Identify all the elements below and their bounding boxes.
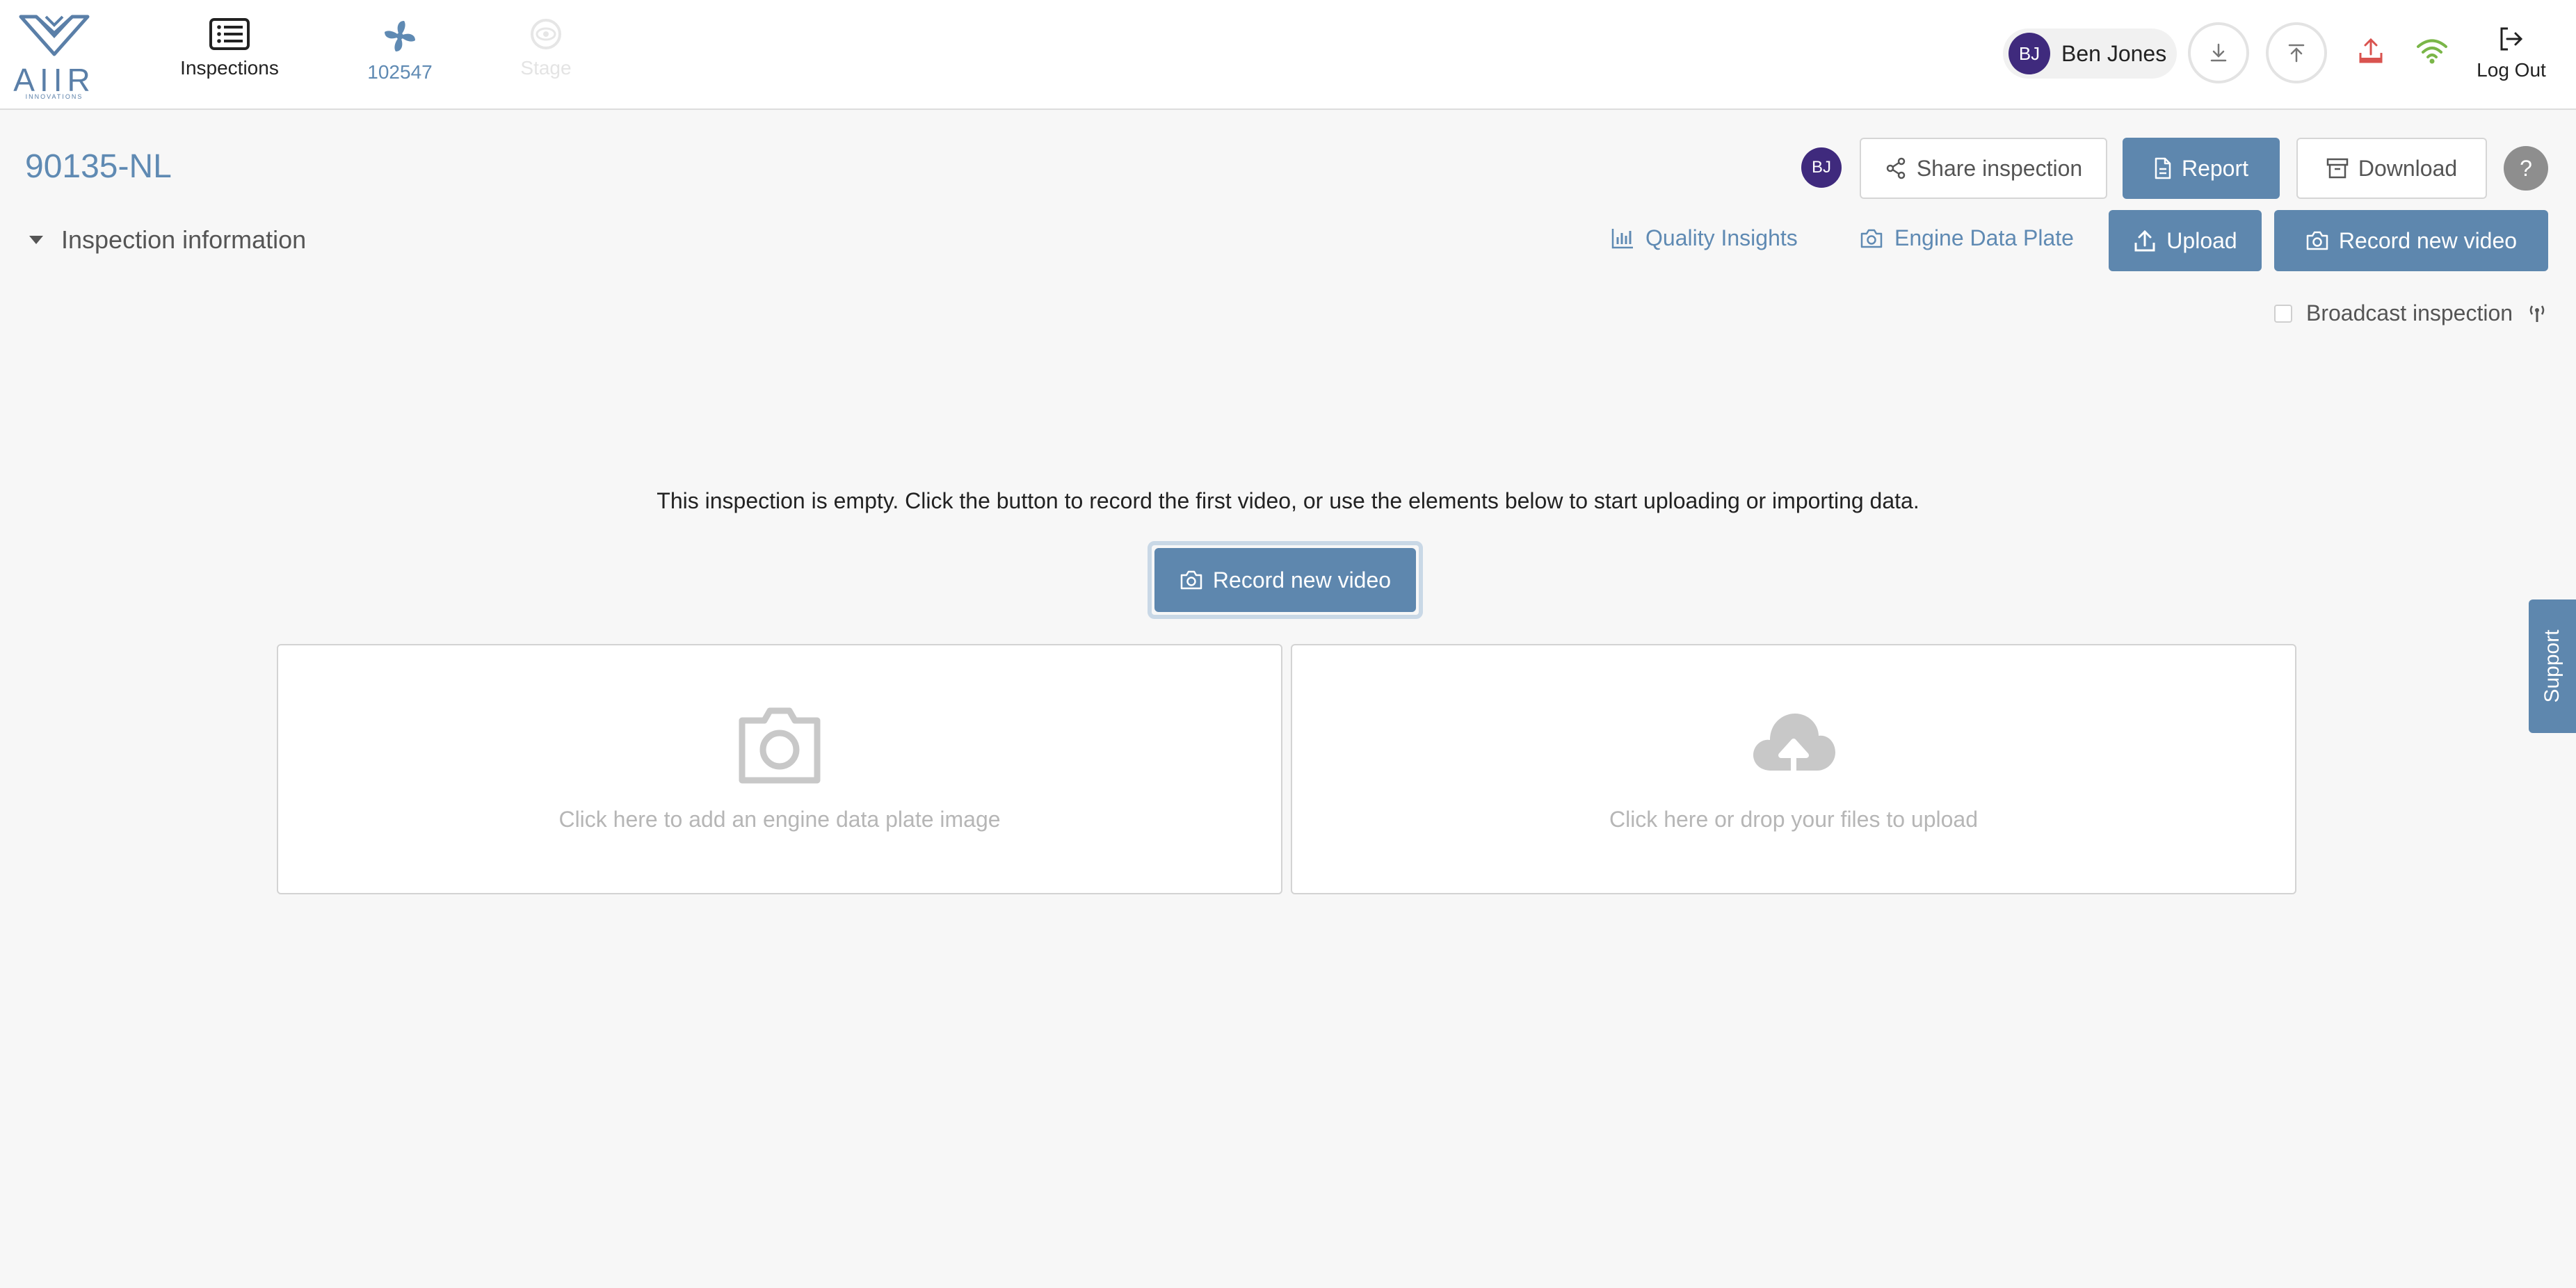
list-icon: [209, 18, 250, 50]
share-inspection-label: Share inspection: [1916, 155, 2083, 181]
camera-icon: [1860, 229, 1883, 248]
file-upload-dropzone[interactable]: Click here or drop your files to upload: [1291, 644, 2296, 894]
upload-icon: [2288, 44, 2305, 63]
nav-engine-label: 102547: [367, 61, 433, 83]
file-upload-dropzone-text: Click here or drop your files to upload: [1609, 807, 1979, 832]
record-new-video-focus-ring: Record new video: [1148, 541, 1423, 619]
logout-icon: [2500, 27, 2523, 51]
record-new-video-center-button[interactable]: Record new video: [1154, 548, 1416, 612]
download-button[interactable]: Download: [2296, 138, 2487, 199]
engine-data-plate-dropzone-text: Click here to add an engine data plate i…: [558, 807, 1001, 832]
archive-icon: [2326, 158, 2349, 179]
upload-label: Upload: [2166, 227, 2237, 253]
camera-icon: [1180, 570, 1202, 590]
help-button[interactable]: ?: [2504, 146, 2548, 191]
support-tab[interactable]: Support: [2529, 599, 2576, 733]
nav-inspections-label: Inspections: [180, 57, 279, 79]
wifi-icon: [2417, 39, 2447, 64]
share-icon: [1886, 157, 1906, 179]
camera-icon: [2306, 231, 2328, 250]
broadcast-inspection-checkbox[interactable]: Broadcast inspection: [2274, 300, 2547, 326]
bar-chart-icon: [1611, 228, 1633, 248]
engine-data-plate-dropzone[interactable]: Click here to add an engine data plate i…: [277, 644, 1282, 894]
download-icon: [2210, 43, 2227, 62]
fan-icon: [385, 21, 415, 51]
cloud-upload-icon: [1753, 714, 1835, 775]
engine-data-plate-link[interactable]: Engine Data Plate: [1860, 225, 2074, 251]
user-name: Ben Jones: [2061, 41, 2167, 66]
quality-insights-link[interactable]: Quality Insights: [1611, 225, 1798, 251]
empty-state-message: This inspection is empty. Click the butt…: [657, 488, 1919, 513]
logo-subtext: INNOVATIONS: [25, 93, 83, 100]
report-label: Report: [2181, 155, 2249, 181]
nav-engine[interactable]: 102547: [355, 18, 445, 83]
download-sync-button[interactable]: [2188, 22, 2249, 83]
upload-alert-icon[interactable]: [2358, 38, 2384, 65]
user-chip[interactable]: BJ Ben Jones: [2003, 29, 2177, 79]
record-new-video-button[interactable]: Record new video: [2274, 210, 2548, 271]
record-new-video-label: Record new video: [2338, 227, 2518, 253]
upload-button[interactable]: Upload: [2109, 210, 2262, 271]
nav-stage: Stage: [508, 18, 584, 79]
inspection-information-toggle[interactable]: Inspection information: [28, 225, 306, 255]
top-bar: AIIR INNOVATIONS Inspections 102547 Stag…: [0, 0, 2576, 110]
upload-sync-button[interactable]: [2266, 22, 2327, 83]
avatar: BJ: [1801, 147, 1842, 188]
share-inspection-button[interactable]: Share inspection: [1860, 138, 2107, 199]
upload-icon: [2134, 230, 2155, 252]
support-label: Support: [2541, 629, 2563, 703]
logout-button[interactable]: Log Out: [2473, 25, 2550, 81]
engine-data-plate-label: Engine Data Plate: [1894, 225, 2074, 250]
report-button[interactable]: Report: [2123, 138, 2280, 199]
document-icon: [2155, 157, 2171, 179]
logout-label: Log Out: [2477, 59, 2546, 81]
aiir-logo[interactable]: AIIR INNOVATIONS: [13, 11, 96, 100]
nav-stage-label: Stage: [520, 57, 572, 79]
user-avatar: BJ: [2009, 33, 2050, 74]
download-label: Download: [2358, 155, 2458, 181]
inspection-information-label: Inspection information: [61, 225, 307, 254]
caret-down-icon: [29, 236, 43, 244]
camera-icon: [739, 707, 821, 784]
broadcast-inspection-label: Broadcast inspection: [2306, 300, 2513, 325]
broadcast-icon: [2529, 305, 2545, 322]
quality-insights-label: Quality Insights: [1645, 225, 1798, 250]
eye-icon: [531, 19, 561, 49]
page-title: 90135-NL: [25, 148, 172, 185]
checkbox[interactable]: [2274, 304, 2292, 323]
nav-inspections[interactable]: Inspections: [174, 18, 285, 79]
logo-mark-icon: [19, 15, 90, 56]
record-new-video-center-label: Record new video: [1212, 567, 1392, 593]
